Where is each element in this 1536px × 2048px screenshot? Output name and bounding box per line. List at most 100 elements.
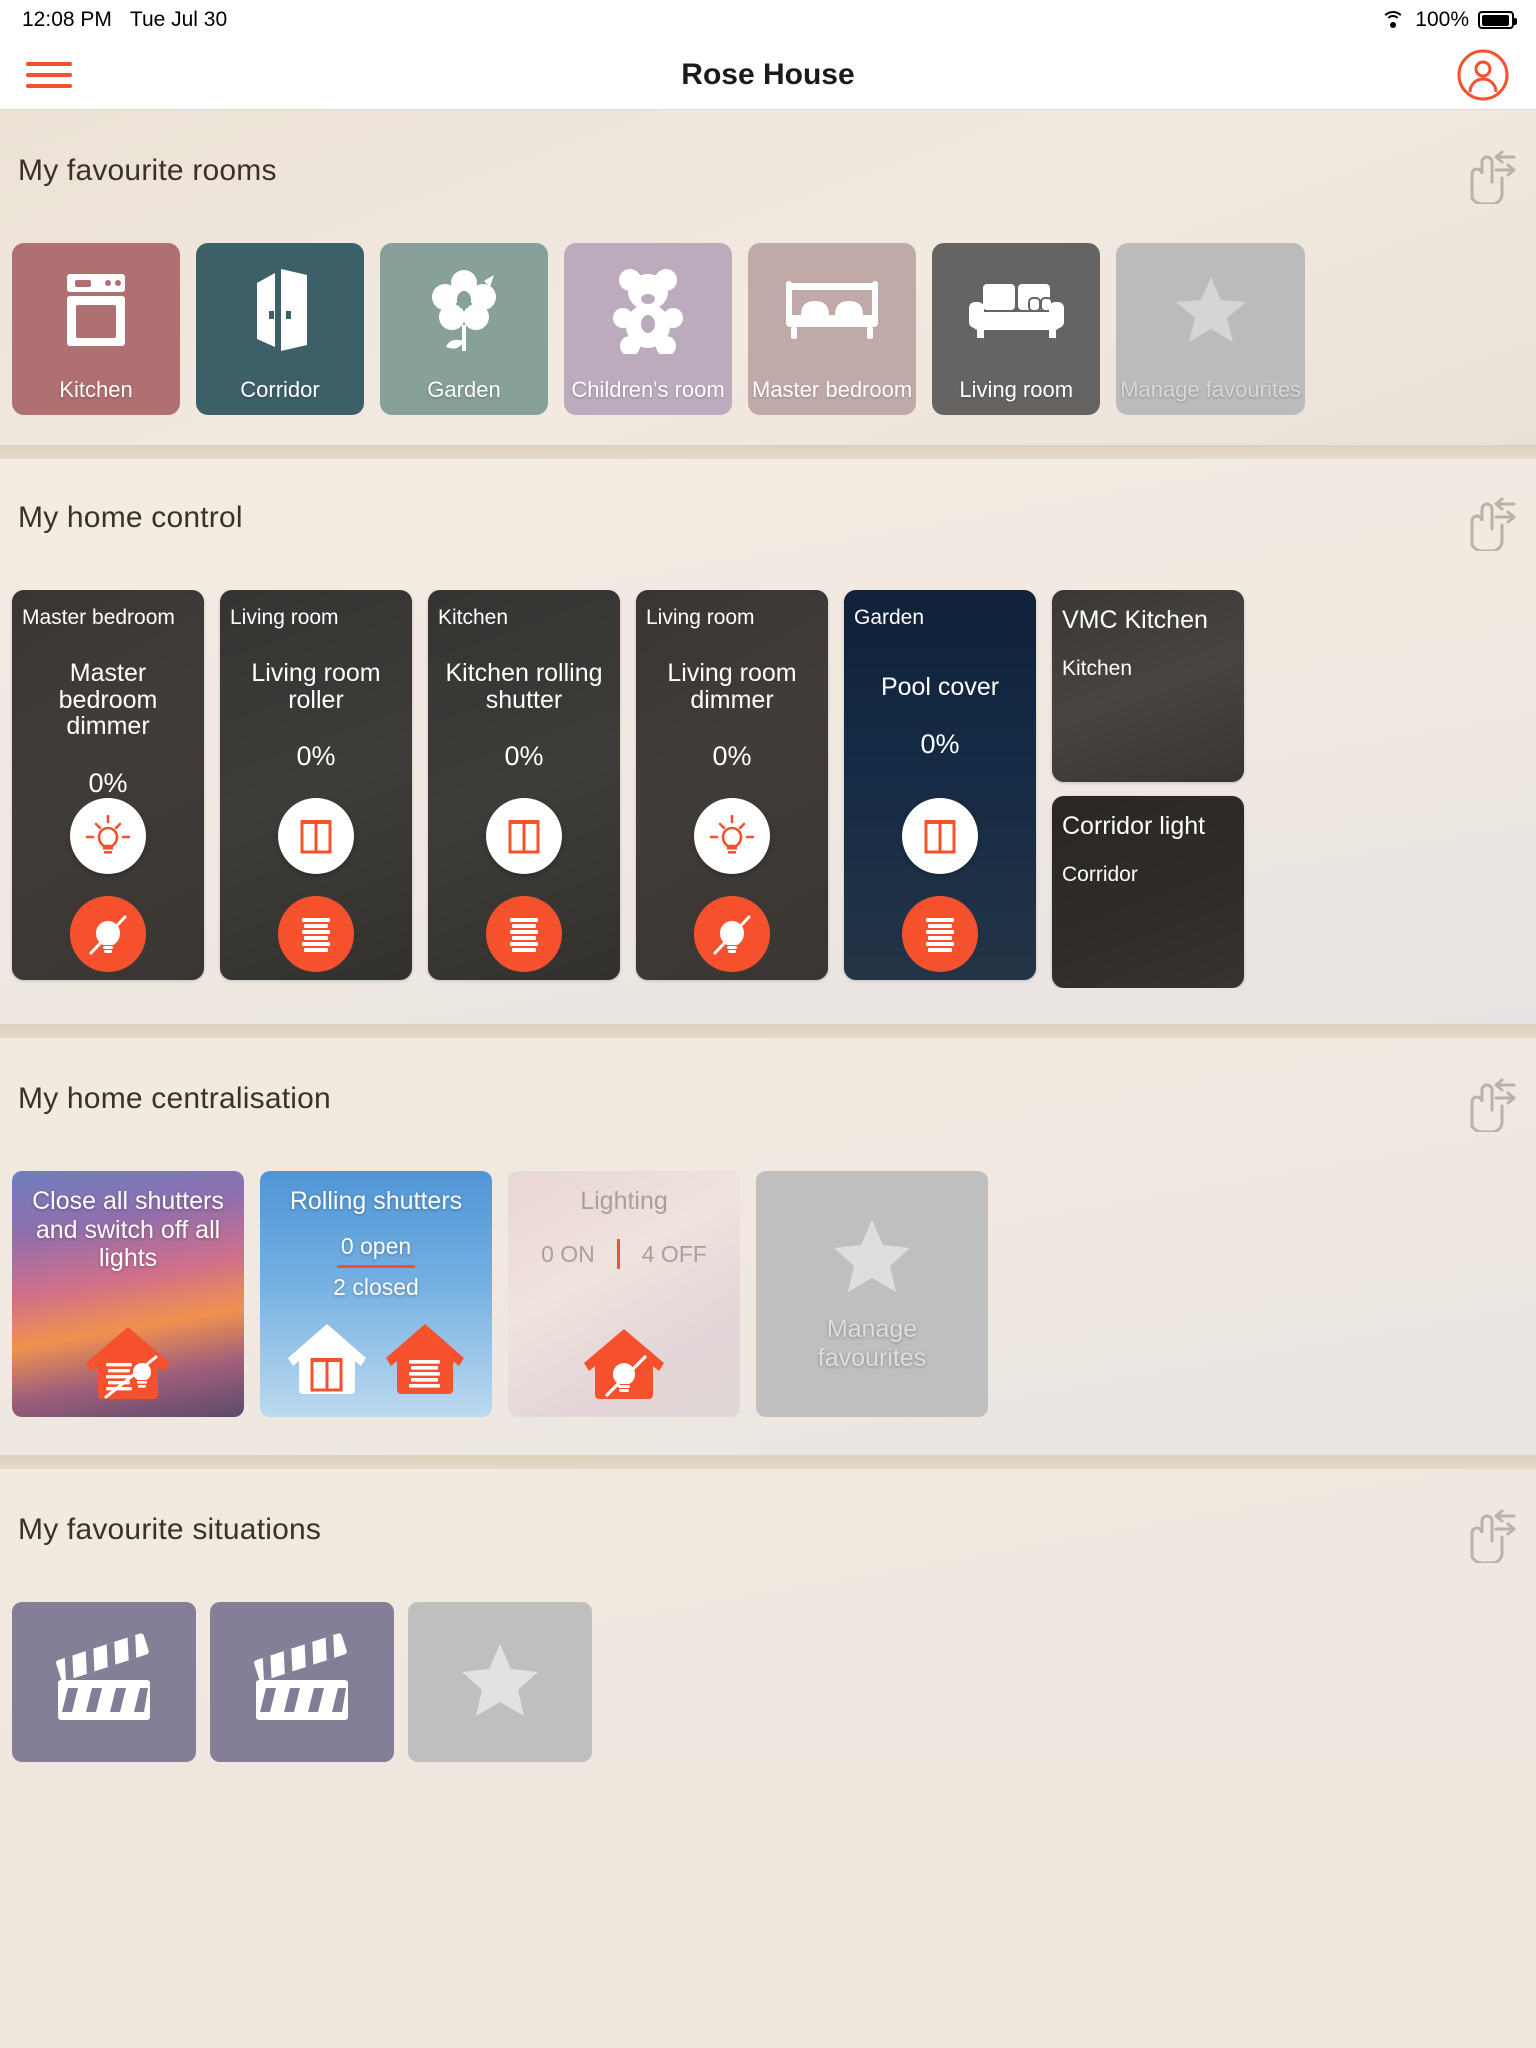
section-favourite-situations: My favourite situations (0, 1469, 1536, 1762)
shutter-open-icon[interactable] (486, 798, 562, 874)
door-open-icon (245, 243, 315, 377)
section-title: My home centralisation (18, 1082, 331, 1115)
status-bar: 12:08 PM Tue Jul 30 100% (0, 0, 1536, 40)
shutter-open-icon[interactable] (902, 798, 978, 874)
control-card-vmc-kitchen[interactable]: VMC Kitchen Kitchen (1052, 590, 1244, 782)
room-label: Master bedroom (752, 377, 913, 402)
lightbulb-icon[interactable] (70, 798, 146, 874)
control-device-name: Master bedroom dimmer (58, 659, 158, 740)
centralisation-card-rolling-shutters[interactable]: Rolling shutters 0 open 2 closed (260, 1171, 492, 1417)
room-card-kitchen[interactable]: Kitchen (12, 243, 180, 415)
oven-icon (63, 243, 129, 377)
control-room-label: Corridor (1062, 863, 1138, 886)
room-card-living-room[interactable]: Living room (932, 243, 1101, 415)
room-card-corridor[interactable]: Corridor (196, 243, 364, 415)
shutter-house-icons (260, 1318, 492, 1405)
room-card-manage-favourites[interactable]: Manage favourites (1116, 243, 1306, 415)
wifi-icon (1380, 10, 1406, 30)
stat-on: 0 ON (541, 1240, 595, 1267)
room-card-master-bedroom[interactable]: Master bedroom (748, 243, 917, 415)
swipe-hand-icon (1452, 1076, 1518, 1137)
room-label: Children's room (571, 377, 725, 402)
app-header: Rose House (0, 40, 1536, 110)
stat-separator (616, 1238, 620, 1269)
home-control-carousel[interactable]: Master bedroom Master bedroom dimmer 0% (0, 590, 1536, 988)
situation-card[interactable] (210, 1602, 394, 1762)
bed-icon (783, 243, 881, 377)
battery-percent-label: 100% (1415, 8, 1469, 31)
clapperboard-icon (242, 1628, 362, 1737)
control-partial-stack: VMC Kitchen Kitchen Corridor light Corri… (1052, 590, 1244, 988)
centralisation-stats: 0 open 2 closed (333, 1230, 419, 1304)
stat-closed: 2 closed (333, 1274, 419, 1301)
centralisation-carousel[interactable]: Close all shutters and switch off all li… (0, 1171, 1536, 1417)
swipe-hand-icon (1452, 495, 1518, 556)
section-title: My home control (18, 501, 243, 534)
house-shutter-open-icon[interactable] (284, 1318, 370, 1405)
section-header: My favourite situations (0, 1509, 1536, 1568)
control-room-label: Garden (854, 606, 925, 629)
room-label: Manage favourites (1120, 377, 1302, 402)
control-room-label: Kitchen (438, 606, 509, 629)
centralisation-card-manage-favourites[interactable]: Manage favourites (756, 1171, 988, 1417)
control-card-pool-cover[interactable]: Garden Pool cover 0% (844, 590, 1036, 980)
centralisation-title: Manage favourites (817, 1315, 927, 1372)
control-card-kitchen-rolling-shutter[interactable]: Kitchen Kitchen rolling shutter 0% (428, 590, 620, 980)
stat-off: 4 OFF (641, 1240, 707, 1267)
control-card-master-bedroom-dimmer[interactable]: Master bedroom Master bedroom dimmer 0% (12, 590, 204, 980)
control-device-name: Corridor light (1062, 812, 1206, 840)
rooms-carousel[interactable]: Kitchen Corridor Garden Children's room … (0, 243, 1536, 415)
control-device-name: Living room roller (251, 659, 381, 714)
control-card-living-room-roller[interactable]: Living room Living room roller 0% (220, 590, 412, 980)
status-time: 12:08 PM (22, 8, 112, 31)
control-card-corridor-light[interactable]: Corridor light Corridor (1052, 796, 1244, 988)
section-divider (0, 1024, 1536, 1038)
control-device-name: Kitchen rolling shutter (445, 659, 603, 714)
situation-card[interactable] (12, 1602, 196, 1762)
clapperboard-icon (44, 1628, 164, 1737)
teddy-bear-icon (612, 243, 684, 377)
star-icon (829, 1216, 915, 1301)
room-card-childrens-room[interactable]: Children's room (564, 243, 732, 415)
house-shutter-closed-icon[interactable] (382, 1318, 468, 1405)
centralisation-stats: 0 ON 4 OFF (541, 1238, 707, 1271)
section-header: My favourite rooms (0, 150, 1536, 209)
account-circle-icon[interactable] (1456, 48, 1510, 102)
house-light-off-icon[interactable] (508, 1323, 740, 1405)
section-home-centralisation: My home centralisation Close all shutter… (0, 1038, 1536, 1455)
centralisation-card-lighting[interactable]: Lighting 0 ON 4 OFF (508, 1171, 740, 1417)
shutter-closed-icon[interactable] (278, 896, 354, 972)
shutter-closed-icon[interactable] (902, 896, 978, 972)
lightbulb-off-icon[interactable] (70, 896, 146, 972)
situation-card-manage-favourites[interactable] (408, 1602, 592, 1762)
room-label: Kitchen (59, 377, 133, 402)
battery-full-icon (1478, 11, 1517, 29)
hamburger-menu-icon[interactable] (26, 55, 72, 95)
control-device-name: VMC Kitchen (1062, 606, 1208, 634)
shutter-closed-icon[interactable] (486, 896, 562, 972)
situations-carousel[interactable] (0, 1602, 1536, 1762)
swipe-hand-icon (1452, 148, 1518, 209)
stat-open: 0 open (340, 1232, 412, 1259)
swipe-hand-icon (1452, 1507, 1518, 1568)
section-title: My favourite rooms (18, 154, 277, 187)
section-favourite-rooms: My favourite rooms Kitchen Corridor Gard… (0, 110, 1536, 445)
shutter-open-icon[interactable] (278, 798, 354, 874)
control-value: 0% (296, 741, 336, 771)
centralisation-title: Close all shutters and switch off all li… (32, 1187, 224, 1272)
centralisation-title: Lighting (580, 1187, 668, 1215)
sofa-icon (963, 243, 1069, 377)
flower-icon (428, 243, 500, 377)
lightbulb-icon[interactable] (694, 798, 770, 874)
room-card-garden[interactable]: Garden (380, 243, 548, 415)
control-room-label: Master bedroom (22, 606, 175, 629)
control-room-label: Living room (230, 606, 339, 629)
control-card-living-room-dimmer[interactable]: Living room Living room dimmer 0% (636, 590, 828, 980)
page-title: Rose House (681, 57, 855, 91)
centralisation-card-close-all[interactable]: Close all shutters and switch off all li… (12, 1171, 244, 1417)
lightbulb-off-icon[interactable] (694, 896, 770, 972)
control-value: 0% (712, 741, 752, 771)
control-room-label: Living room (646, 606, 755, 629)
status-date: Tue Jul 30 (129, 8, 228, 31)
section-home-control: My home control Master bedroom Master be… (0, 459, 1536, 1024)
